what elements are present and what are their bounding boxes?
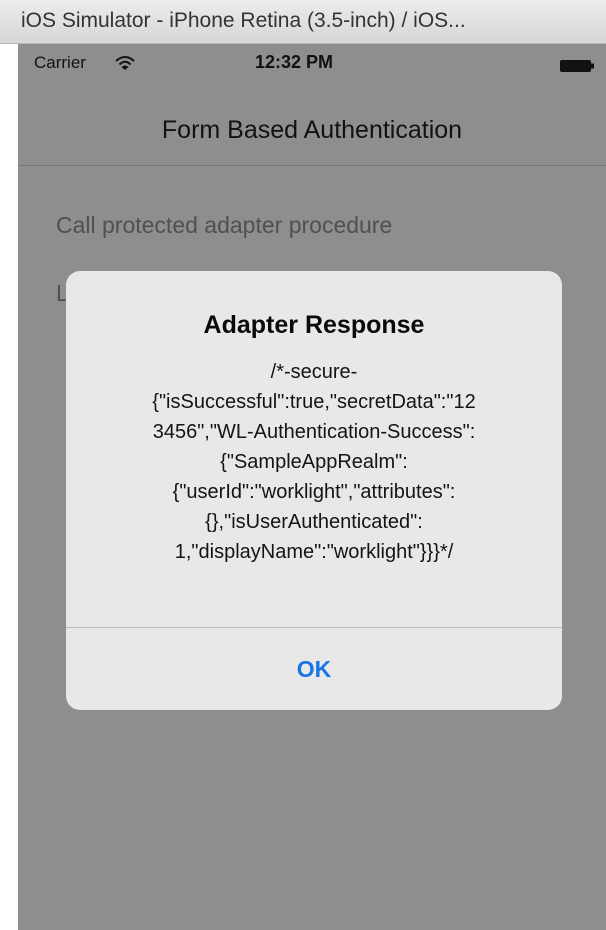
status-time: 12:32 PM <box>255 52 334 72</box>
simulator-window: iOS Simulator - iPhone Retina (3.5-inch)… <box>0 0 606 930</box>
list-item-call-protected-adapter-procedure[interactable]: Call protected adapter procedure <box>56 212 392 239</box>
battery-icon <box>560 59 594 72</box>
navigation-bar: Form Based Authentication <box>18 84 606 166</box>
carrier-label: Carrier <box>34 53 86 72</box>
device-screen: Carrier 12:32 PM Form Based Authenticati… <box>18 44 606 930</box>
alert-title: Adapter Response <box>203 311 425 339</box>
status-bar: Carrier 12:32 PM <box>18 44 606 84</box>
window-titlebar[interactable]: iOS Simulator - iPhone Retina (3.5-inch)… <box>0 0 606 44</box>
page-title: Form Based Authentication <box>161 116 463 144</box>
ok-button[interactable]: OK <box>66 628 562 710</box>
window-title: iOS Simulator - iPhone Retina (3.5-inch)… <box>21 9 466 32</box>
alert-dialog: Adapter Response /*-secure- {"isSuccessf… <box>66 271 562 710</box>
alert-message: /*-secure- {"isSuccessful":true,"secretD… <box>152 361 476 563</box>
window-left-frame <box>0 44 18 930</box>
wifi-icon <box>115 55 135 71</box>
